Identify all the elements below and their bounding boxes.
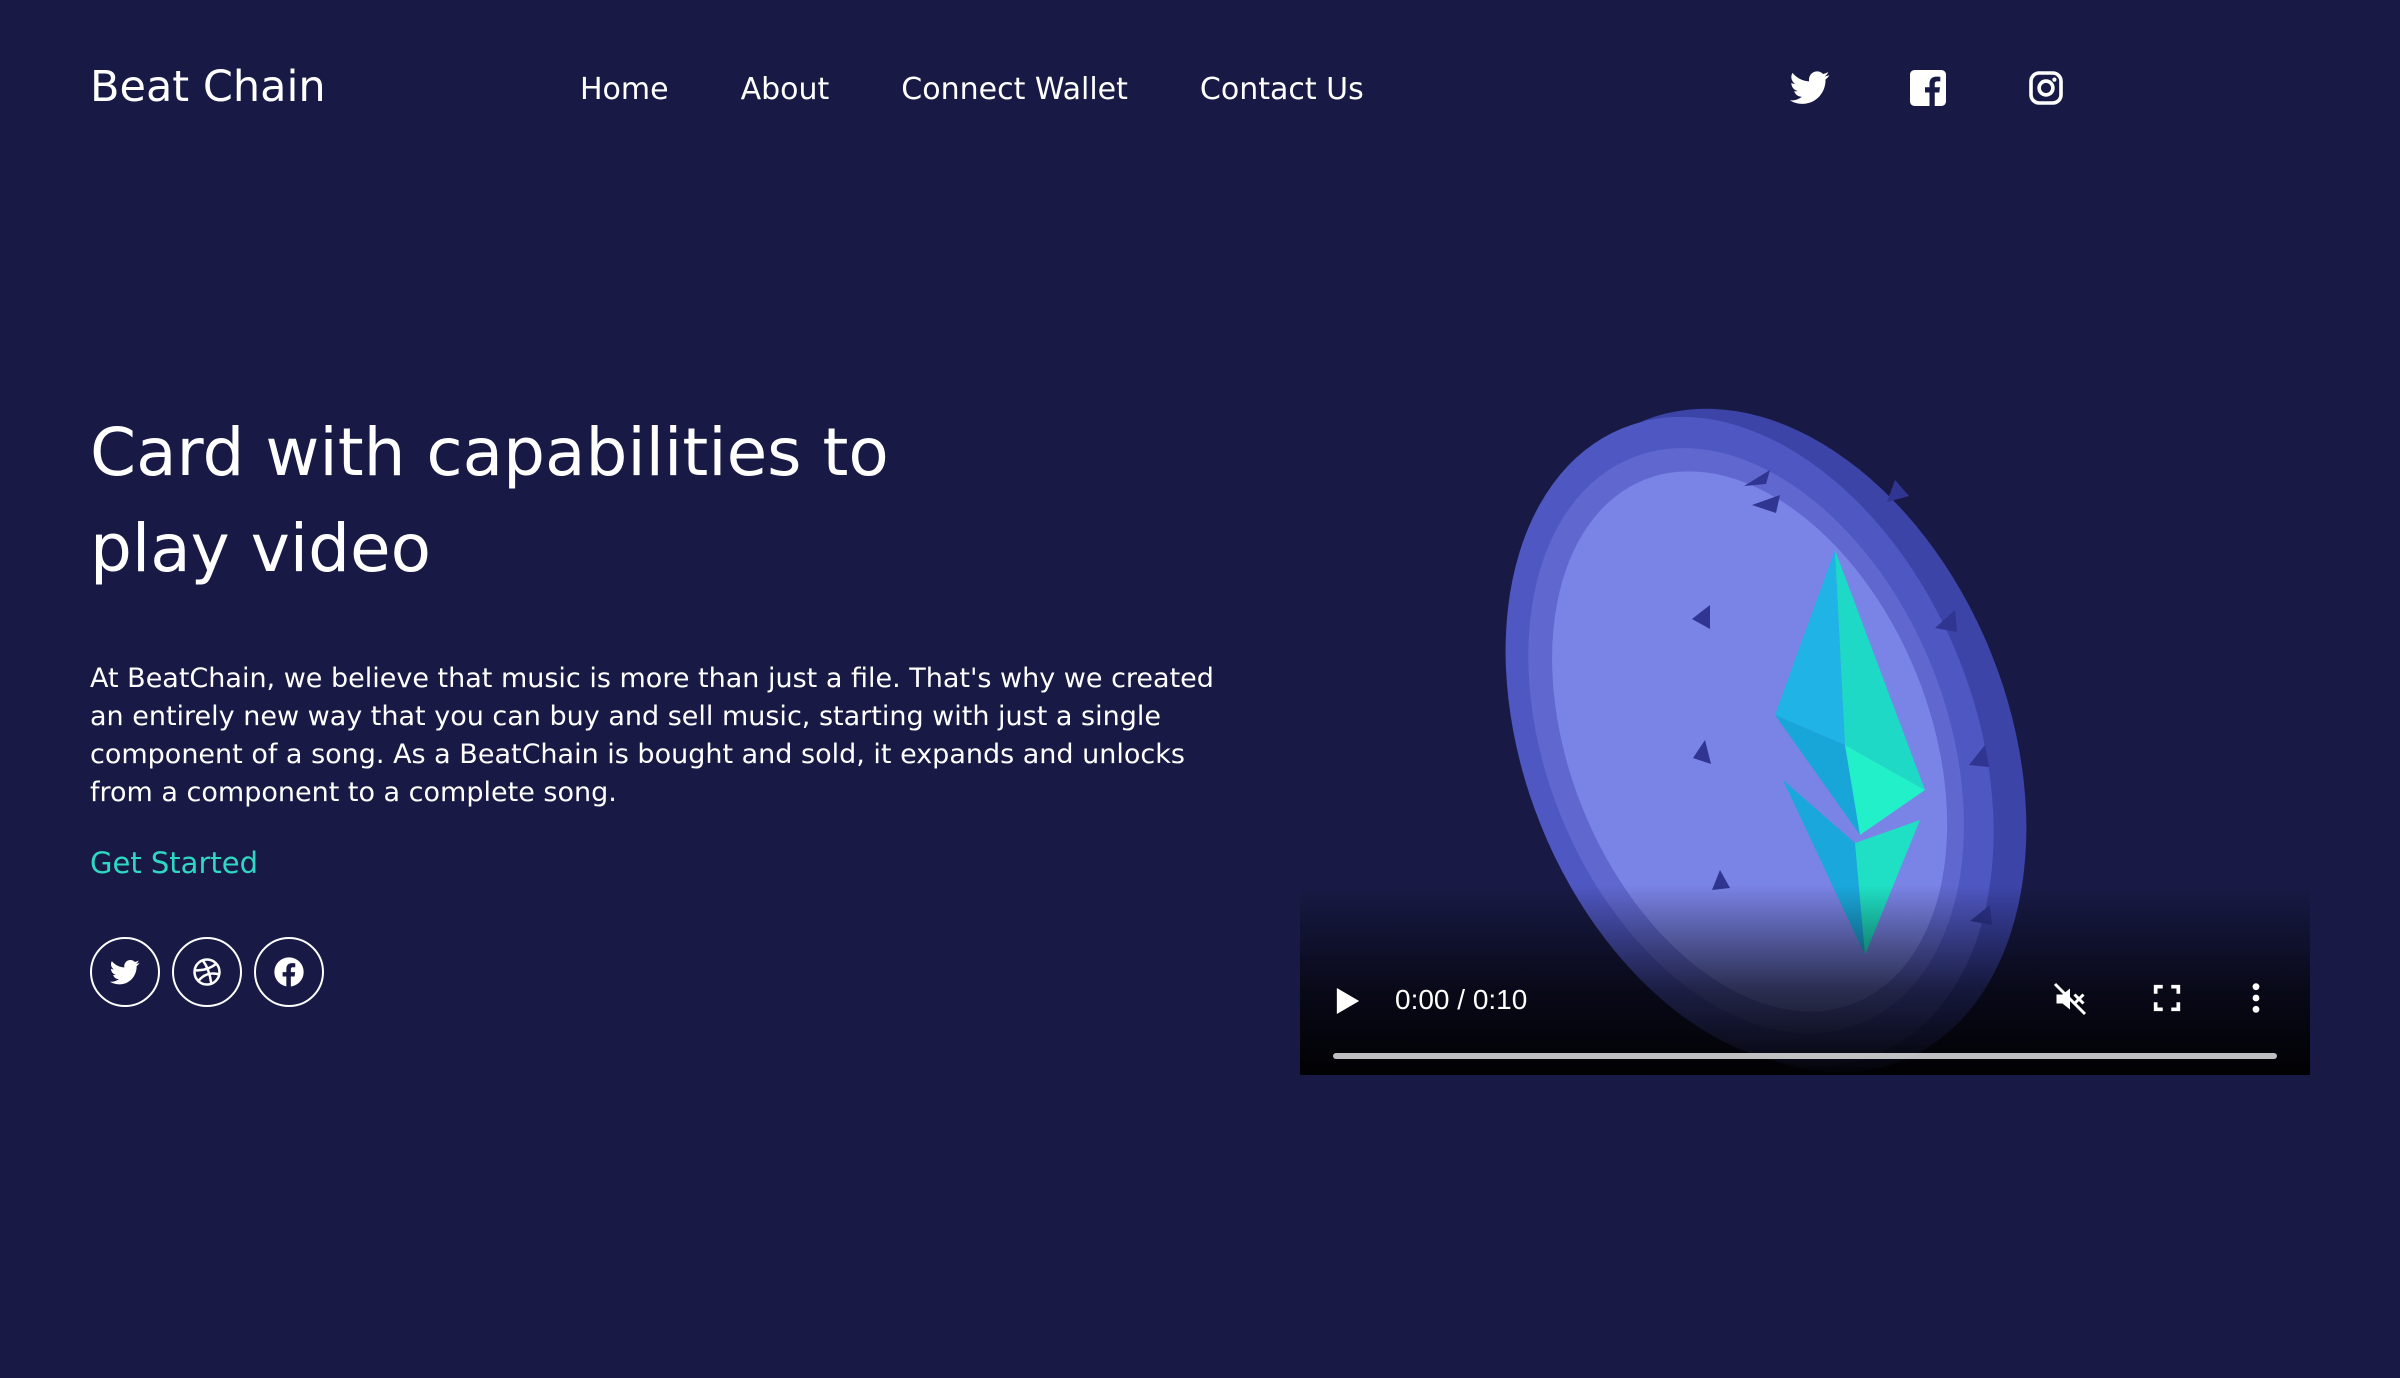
get-started-link[interactable]: Get Started [90, 846, 258, 880]
nav-contact-us[interactable]: Contact Us [1200, 72, 1364, 107]
facebook-icon[interactable] [1908, 68, 1948, 108]
instagram-icon[interactable] [2026, 68, 2066, 108]
more-options-icon[interactable] [2250, 981, 2262, 1019]
video-progress-bar[interactable] [1333, 1053, 2277, 1059]
hero-headline: Card with capabilities to play video [90, 405, 1090, 597]
play-icon[interactable] [1336, 988, 1360, 1018]
video-player[interactable]: 0:00 / 0:10 [1300, 365, 2310, 1075]
dribbble-icon [193, 958, 221, 986]
video-controls: 0:00 / 0:10 [1300, 885, 2310, 1075]
twitter-icon[interactable] [1790, 68, 1830, 108]
video-time: 0:00 / 0:10 [1395, 984, 1528, 1015]
facebook-circle-button[interactable] [254, 937, 324, 1007]
nav-about[interactable]: About [741, 72, 830, 107]
facebook-icon [274, 957, 304, 988]
twitter-icon [110, 959, 140, 984]
header-social-links [1790, 68, 2144, 108]
hero-description: At BeatChain, we believe that music is m… [90, 663, 1214, 808]
fullscreen-icon[interactable] [2150, 981, 2184, 1019]
mute-icon[interactable] [2052, 981, 2088, 1021]
twitter-circle-button[interactable] [90, 937, 160, 1007]
hero-headline-line1: Card with capabilities to [90, 414, 889, 491]
hero-headline-line2: play video [90, 510, 431, 587]
dribbble-circle-button[interactable] [172, 937, 242, 1007]
hero-social-links [90, 937, 324, 1007]
main-nav: Home About Connect Wallet Contact Us [580, 72, 1436, 107]
nav-home[interactable]: Home [580, 72, 669, 107]
nav-connect-wallet[interactable]: Connect Wallet [901, 72, 1128, 107]
brand-logo[interactable]: Beat Chain [90, 62, 326, 112]
